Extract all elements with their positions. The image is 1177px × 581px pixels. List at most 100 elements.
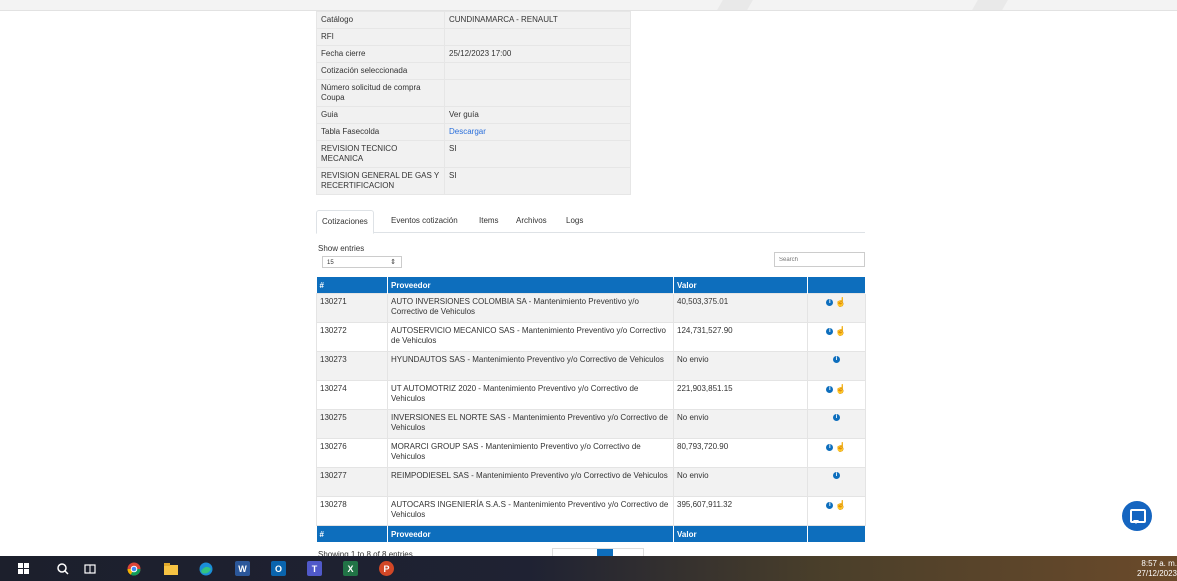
cell-id: 130275 <box>316 409 388 439</box>
tab-cotizaciones[interactable]: Cotizaciones <box>316 210 374 234</box>
select-hand-icon[interactable]: ☝ <box>835 326 846 336</box>
info-value <box>444 28 631 46</box>
cell-id: 130278 <box>316 496 388 526</box>
cell-id: 130273 <box>316 351 388 381</box>
select-hand-icon[interactable]: ☝ <box>835 297 846 307</box>
info-icon[interactable]: i <box>826 443 834 451</box>
tab-items[interactable]: Items <box>479 210 499 232</box>
cell-valor: 395,607,911.32 <box>673 496 808 526</box>
outlook-icon[interactable]: O <box>271 561 286 576</box>
info-label: RFI <box>316 28 445 46</box>
cell-valor: 80,793,720.90 <box>673 438 808 468</box>
info-icon[interactable]: i <box>826 385 834 393</box>
info-value: SI <box>444 167 631 195</box>
cell-actions: i <box>807 467 866 497</box>
header-id[interactable]: # <box>316 277 388 294</box>
footer-valor: Valor <box>673 525 808 542</box>
cell-proveedor: UT AUTOMOTRIZ 2020 - Mantenimiento Preve… <box>387 380 674 410</box>
footer-id: # <box>316 525 388 542</box>
entries-length-select[interactable]: 15 ⇕ <box>322 256 402 268</box>
info-row: Número solicitud de compra Coupa <box>316 79 631 107</box>
info-label: Guia <box>316 106 445 124</box>
cell-proveedor: AUTOCARS INGENIERÍA S.A.S - Mantenimient… <box>387 496 674 526</box>
cell-actions: i <box>807 409 866 439</box>
footer-proveedor: Proveedor <box>387 525 674 542</box>
info-label: Tabla Fasecolda <box>316 123 445 141</box>
select-hand-icon[interactable]: ☝ <box>835 442 846 452</box>
table-header-row: # Proveedor Valor <box>316 277 866 294</box>
cell-actions: i <box>807 351 866 381</box>
table-row: 130272 AUTOSERVICIO MECANICO SAS - Manten… <box>316 322 866 352</box>
info-icon[interactable]: i <box>833 472 840 480</box>
info-label: Catálogo <box>316 11 445 29</box>
quote-info-table: Catálogo CUNDINAMARCA - RENAULT RFI Fecha c… <box>316 11 631 195</box>
search-input[interactable] <box>774 252 865 267</box>
word-icon[interactable]: W <box>235 561 250 576</box>
clock[interactable]: 8:57 a. m. 27/12/2023 <box>1137 559 1177 579</box>
info-label: Número solicitud de compra Coupa <box>316 79 445 107</box>
clock-date: 27/12/2023 <box>1136 569 1177 578</box>
info-row: Fecha cierre 25/12/2023 17:00 <box>316 45 631 63</box>
info-row: Tabla Fasecolda Descargar <box>316 123 631 141</box>
info-icon[interactable]: i <box>826 327 834 335</box>
entries-length-value: 15 <box>327 260 334 266</box>
select-hand-icon[interactable]: ☝ <box>835 384 846 394</box>
cell-proveedor: INVERSIONES EL NORTE SAS - Mantenimiento… <box>387 409 674 439</box>
quotes-table: # Proveedor Valor 130271 AUTO INVERSIONES… <box>316 277 866 542</box>
ver-guia-link[interactable]: Ver guía <box>449 110 479 119</box>
table-row: 130274 UT AUTOMOTRIZ 2020 - Mantenimiento… <box>316 380 866 410</box>
cell-id: 130272 <box>316 322 388 352</box>
top-bar <box>0 0 1177 11</box>
table-row: 130271 AUTO INVERSIONES COLOMBIA SA - Man… <box>316 293 866 323</box>
tab-logs[interactable]: Logs <box>566 210 583 232</box>
info-icon[interactable]: i <box>826 298 834 306</box>
file-explorer-icon[interactable] <box>163 561 178 576</box>
windows-start-icon[interactable] <box>16 561 31 576</box>
teams-icon[interactable]: T <box>307 561 322 576</box>
show-entries-label: Show entries <box>318 244 365 253</box>
cell-valor: No envio <box>673 467 808 497</box>
info-row: RFI <box>316 28 631 46</box>
cell-valor: 221,903,851.15 <box>673 380 808 410</box>
chat-button[interactable] <box>1122 501 1152 531</box>
table-footer-row: # Proveedor Valor <box>316 525 866 542</box>
footer-actions <box>807 525 866 542</box>
excel-icon[interactable]: X <box>343 561 358 576</box>
info-label: REVISION TECNICO MECANICA <box>316 140 445 168</box>
info-icon[interactable]: i <box>826 501 834 509</box>
cell-valor: No envio <box>673 409 808 439</box>
cell-proveedor: AUTOSERVICIO MECANICO SAS - Mantenimient… <box>387 322 674 352</box>
header-valor[interactable]: Valor <box>673 277 808 294</box>
cell-id: 130276 <box>316 438 388 468</box>
cell-actions: i ☝ <box>807 322 866 352</box>
cell-proveedor: MORARCI GROUP SAS - Mantenimiento Preven… <box>387 438 674 468</box>
download-fasecolda-link[interactable]: Descargar <box>449 127 486 136</box>
table-row: 130277 REIMPODIESEL SAS - Mantenimiento P… <box>316 467 866 497</box>
powerpoint-icon[interactable]: P <box>379 561 394 576</box>
cell-proveedor: REIMPODIESEL SAS - Mantenimiento Prevent… <box>387 467 674 497</box>
info-icon[interactable]: i <box>833 414 840 422</box>
info-value: 25/12/2023 17:00 <box>444 45 631 63</box>
tab-eventos-cotizacion[interactable]: Eventos cotización <box>391 210 458 232</box>
cell-actions: i ☝ <box>807 496 866 526</box>
info-icon[interactable]: i <box>833 356 840 364</box>
info-value: Descargar <box>444 123 631 141</box>
search-icon[interactable] <box>55 561 70 576</box>
info-row: Catálogo CUNDINAMARCA - RENAULT <box>316 11 631 29</box>
cell-proveedor: AUTO INVERSIONES COLOMBIA SA - Mantenimi… <box>387 293 674 323</box>
cell-valor: 124,731,527.90 <box>673 322 808 352</box>
cell-proveedor: HYUNDAUTOS SAS - Mantenimiento Preventiv… <box>387 351 674 381</box>
tab-archivos[interactable]: Archivos <box>516 210 547 232</box>
task-view-icon[interactable] <box>82 561 97 576</box>
edge-icon[interactable] <box>198 561 213 576</box>
info-label: Cotización seleccionada <box>316 62 445 80</box>
clock-time: 8:57 a. m. <box>1141 559 1177 568</box>
cell-valor: No envio <box>673 351 808 381</box>
chrome-icon[interactable] <box>126 561 141 576</box>
cell-id: 130277 <box>316 467 388 497</box>
header-actions <box>807 277 866 294</box>
header-proveedor[interactable]: Proveedor <box>387 277 674 294</box>
tabs: Cotizaciones Eventos cotización Items Ar… <box>316 210 865 234</box>
select-hand-icon[interactable]: ☝ <box>835 500 846 510</box>
info-row: REVISION GENERAL DE GAS Y RECERTIFICACIO… <box>316 167 631 195</box>
